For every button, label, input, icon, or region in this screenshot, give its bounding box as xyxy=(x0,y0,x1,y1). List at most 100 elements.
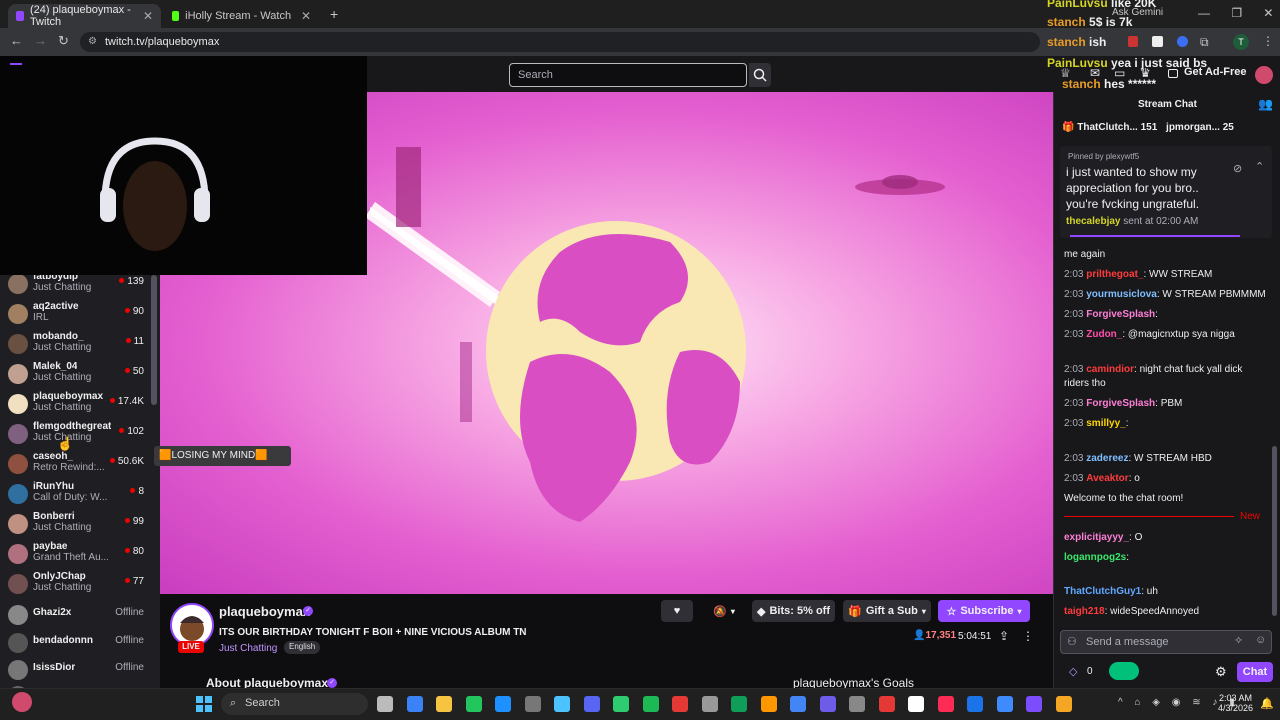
taskbar-app-icon[interactable] xyxy=(701,696,718,712)
site-info-icon[interactable]: ⚙ xyxy=(88,36,97,47)
tab-kick[interactable]: iHolly Stream - Watch Live on T ✕ xyxy=(164,4,319,28)
collapse-icon[interactable]: ⌃ xyxy=(1255,160,1264,173)
message-user[interactable]: smillyy_ xyxy=(1086,418,1125,429)
sidebar-channel[interactable]: iRunYhu Call of Duty: W... 8 xyxy=(0,480,150,510)
search-input[interactable]: Search xyxy=(509,63,747,87)
taskbar-app-icon[interactable] xyxy=(967,696,983,712)
taskbar-app-icon[interactable] xyxy=(760,696,777,712)
search-button[interactable] xyxy=(749,63,771,87)
message-user[interactable]: explicitjayyy_ xyxy=(1064,532,1129,543)
channel-name: bendadonnn xyxy=(33,635,93,646)
message-user[interactable]: logannpog2s xyxy=(1064,552,1126,563)
window-controls[interactable]: — ❐ ✕ xyxy=(1198,6,1273,20)
extension-icon[interactable] xyxy=(1177,36,1188,47)
message-user[interactable]: Zudon_ xyxy=(1086,329,1122,340)
message-user[interactable]: Aveaktor xyxy=(1086,473,1128,484)
sidebar-channel[interactable]: paybae Grand Theft Au... 80 xyxy=(0,540,150,570)
widgets-icon[interactable] xyxy=(12,692,32,712)
message-user[interactable]: yourmusiclova xyxy=(1086,289,1157,300)
leaderboard[interactable]: 🎁 ThatClutch... 151 jpmorgan... 25 xyxy=(1062,122,1234,133)
forward-icon[interactable]: → xyxy=(34,33,47,48)
taskbar-app-icon[interactable] xyxy=(524,696,541,712)
taskbar-app-icon[interactable] xyxy=(554,696,570,712)
user-avatar[interactable] xyxy=(1255,66,1273,84)
taskbar-app-icon[interactable] xyxy=(819,696,836,712)
extension-icon[interactable] xyxy=(1152,36,1163,47)
taskbar-app-icon[interactable] xyxy=(642,696,659,712)
community-icon[interactable]: 👥 xyxy=(1258,97,1273,111)
collapse-sidebar-icon[interactable] xyxy=(10,63,22,65)
emote-icon[interactable]: ☺ xyxy=(1255,634,1266,646)
taskbar-app-icon[interactable] xyxy=(495,696,511,712)
claim-bonus-button[interactable] xyxy=(1109,662,1139,680)
taskbar-app-icon[interactable] xyxy=(583,696,600,712)
taskbar-app-icon[interactable] xyxy=(406,696,423,712)
message-user[interactable]: ForgiveSplash xyxy=(1086,398,1155,409)
taskbar-app-icon[interactable] xyxy=(790,696,806,712)
message-user[interactable]: zadereez xyxy=(1086,453,1128,464)
taskbar-clock[interactable]: 2:03 AM 4/3/2026 xyxy=(1218,693,1253,713)
taskbar-app-icon[interactable] xyxy=(1026,696,1042,712)
sidebar-channel[interactable]: Bonberri Just Chatting 99 xyxy=(0,510,150,540)
subscribe-button[interactable]: ☆ Subscribe ▾ xyxy=(938,600,1030,622)
sidebar-channel[interactable]: caseoh_ Retro Rewind:... 50.6K xyxy=(0,450,150,480)
message-user[interactable]: ThatClutchGuy1 xyxy=(1064,586,1141,597)
message-user[interactable]: prilthegoat_ xyxy=(1086,269,1143,280)
taskbar-app-icon[interactable] xyxy=(672,696,688,712)
bits-icon[interactable]: ✧ xyxy=(1234,634,1243,647)
sidebar-channel[interactable]: Malek_04 Just Chatting 50 xyxy=(0,360,150,390)
reload-icon[interactable]: ↻ xyxy=(58,33,69,49)
language-tag[interactable]: English xyxy=(284,641,321,654)
follow-button[interactable]: ♥ xyxy=(661,600,693,622)
notifications-toggle[interactable]: 🔕 ▾ xyxy=(702,600,746,622)
hide-icon[interactable]: ⊘ xyxy=(1233,162,1242,175)
sidebar-channel[interactable]: Ghazi2x Offline xyxy=(0,601,150,631)
chat-scrollbar[interactable] xyxy=(1272,446,1277,616)
profile-avatar[interactable]: T xyxy=(1233,34,1249,50)
channel-points-icon[interactable]: ◇ xyxy=(1069,665,1077,678)
share-icon[interactable]: ⇪ xyxy=(999,629,1009,643)
taskbar-app-icon[interactable] xyxy=(377,696,393,712)
extension-icon[interactable] xyxy=(1128,36,1138,47)
more-options-icon[interactable]: ⋮ xyxy=(1022,629,1034,643)
sidebar-channel[interactable]: aq2active IRL 90 xyxy=(0,300,150,330)
taskbar-search[interactable]: Search xyxy=(221,693,368,715)
taskbar-app-icon[interactable] xyxy=(937,696,954,712)
bits-button[interactable]: ◆ Bits: 5% off xyxy=(752,600,835,622)
sidebar-channel[interactable]: bendadonnn Offline xyxy=(0,629,150,659)
gift-sub-button[interactable]: 🎁 Gift a Sub ▾ xyxy=(843,600,931,622)
taskbar-app-icon[interactable] xyxy=(465,696,482,712)
taskbar-app-icon[interactable] xyxy=(878,696,895,712)
sidebar-channel[interactable]: plaqueboymax Just Chatting 17.4K xyxy=(0,390,150,420)
taskbar-app-icon[interactable] xyxy=(1055,696,1072,712)
taskbar-app-icon[interactable] xyxy=(731,696,747,712)
windows-start-icon[interactable] xyxy=(196,696,212,712)
new-tab-button[interactable]: + xyxy=(330,6,338,22)
chat-identity-icon[interactable]: ⚇ xyxy=(1067,635,1077,648)
sidebar-channel[interactable]: OnlyJChap Just Chatting 77 xyxy=(0,570,150,600)
message-user[interactable]: ForgiveSplash xyxy=(1086,309,1155,320)
sidebar-channel[interactable]: mobando_ Just Chatting 11 xyxy=(0,330,150,360)
taskbar-app-icon[interactable] xyxy=(849,696,865,712)
close-tab-icon[interactable]: ✕ xyxy=(143,9,153,23)
taskbar-app-icon[interactable] xyxy=(436,696,452,712)
category-link[interactable]: Just Chatting xyxy=(219,643,277,654)
message-user[interactable]: taigh218 xyxy=(1064,606,1105,617)
chevron-down-icon: ▾ xyxy=(1017,606,1022,616)
close-tab-icon[interactable]: ✕ xyxy=(301,9,311,23)
taskbar-app-icon[interactable] xyxy=(613,696,629,712)
tab-twitch[interactable]: (24) plaqueboymax - Twitch ✕ xyxy=(8,4,161,28)
message-user[interactable]: camindior xyxy=(1086,364,1134,375)
sidebar-channel[interactable]: flemgodthegreat Just Chatting 102 xyxy=(0,420,150,450)
taskbar-app-icon[interactable] xyxy=(996,696,1013,712)
back-icon[interactable]: ← xyxy=(10,33,23,48)
notification-bell-icon[interactable]: 🔔 xyxy=(1260,697,1274,710)
taskbar-app-icon[interactable] xyxy=(908,696,924,712)
extensions-icon[interactable]: ⧉ xyxy=(1200,35,1209,50)
chat-send-button[interactable]: Chat xyxy=(1237,662,1273,682)
menu-icon[interactable]: ⋮ xyxy=(1262,34,1274,48)
url-field[interactable]: twitch.tv/plaqueboymax xyxy=(80,32,1040,52)
channel-name[interactable]: plaqueboymax xyxy=(219,604,310,619)
channel-avatar xyxy=(8,424,28,444)
chat-settings-icon[interactable]: ⚙ xyxy=(1215,664,1227,680)
